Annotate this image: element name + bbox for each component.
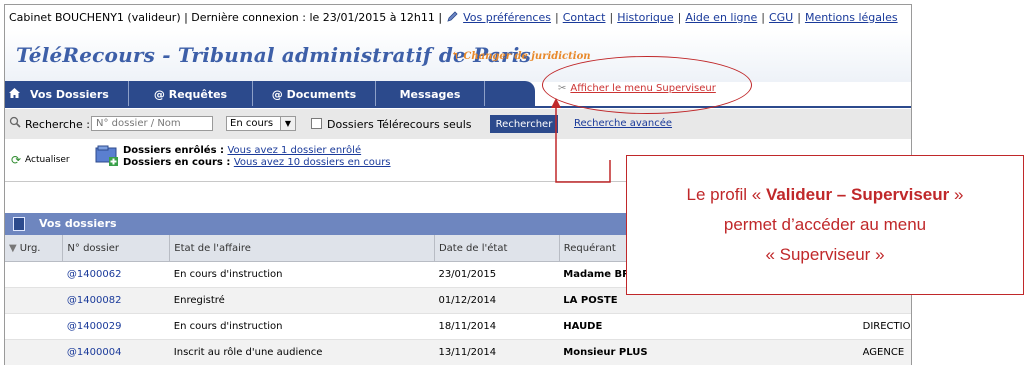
cell-requerant: Monsieur PLUS <box>559 340 858 365</box>
tab-label: @ Documents <box>272 88 356 101</box>
current-label: Dossiers en cours : <box>123 157 230 168</box>
highlight-ellipse <box>542 56 752 114</box>
cell-urg <box>5 340 63 365</box>
callout-profile-name: Valideur – Superviseur <box>766 185 949 204</box>
tab-documents[interactable]: @ Documents <box>253 81 376 108</box>
refresh-label[interactable]: Actualiser <box>25 155 70 165</box>
dossiers-panel-title: Vos dossiers <box>39 217 117 230</box>
home-icon <box>9 88 20 101</box>
tab-label: @ Requêtes <box>154 88 227 101</box>
table-row[interactable]: @1400004 Inscrit au rôle d'une audience … <box>5 340 911 365</box>
cell-requerant: HAUDE <box>559 314 858 340</box>
col-num[interactable]: N° dossier <box>63 235 170 262</box>
separator: | <box>555 11 559 24</box>
search-button[interactable]: Rechercher <box>490 115 558 133</box>
search-icon <box>9 116 21 128</box>
enrolled-link[interactable]: Vous avez 1 dossier enrôlé <box>227 145 361 156</box>
cell-date: 23/01/2015 <box>434 262 559 288</box>
cell-date: 18/11/2014 <box>434 314 559 340</box>
col-etat[interactable]: Etat de l'affaire <box>170 235 435 262</box>
callout-line-1: Le profil « Valideur – Superviseur » <box>627 180 1023 210</box>
tab-requetes[interactable]: @ Requêtes <box>129 81 253 108</box>
change-jurisdiction-label: Changer de juridiction <box>463 51 590 62</box>
search-bar: Recherche : N° dossier / Nom En cours ▼ … <box>5 109 911 140</box>
tab-label: Vos Dossiers <box>30 88 109 101</box>
hourglass-icon <box>13 217 25 231</box>
pencil-icon <box>446 11 458 23</box>
title-band: TéléRecours - Tribunal administratif de … <box>5 29 911 82</box>
tab-end <box>485 81 535 108</box>
tab-label: Messages <box>400 88 461 101</box>
enrolled-line: Dossiers enrôlés : Vous avez 1 dossier e… <box>123 145 361 156</box>
user-info: Cabinet BOUCHENY1 (valideur) | Dernière … <box>9 11 442 24</box>
dossier-number-link[interactable]: @1400004 <box>63 340 170 365</box>
cell-date: 13/11/2014 <box>434 340 559 365</box>
help-link[interactable]: Aide en ligne <box>685 11 757 24</box>
preferences-link[interactable]: Vos préférences <box>463 11 551 24</box>
cell-urg <box>5 288 63 314</box>
cell-etat: En cours d'instruction <box>170 314 435 340</box>
tab-vos-dossiers[interactable]: Vos Dossiers <box>5 81 129 108</box>
main-nav: Vos Dossiers @ Requêtes @ Documents Mess… <box>5 81 535 108</box>
top-bar: Cabinet BOUCHENY1 (valideur) | Dernière … <box>5 5 912 29</box>
separator: | <box>678 11 682 24</box>
col-urg[interactable]: ▼Urg. <box>5 235 63 262</box>
dossier-number-link[interactable]: @1400082 <box>63 288 170 314</box>
dossier-number-link[interactable]: @1400062 <box>63 262 170 288</box>
contact-link[interactable]: Contact <box>563 11 606 24</box>
telerecours-only-checkbox[interactable] <box>311 118 322 129</box>
advanced-search-link[interactable]: Recherche avancée <box>574 118 672 129</box>
cell-etat: Inscrit au rôle d'une audience <box>170 340 435 365</box>
change-jurisdiction-link[interactable]: ↰ Changer de juridiction <box>451 51 591 62</box>
cell-date: 01/12/2014 <box>434 288 559 314</box>
telerecours-only-label: Dossiers Télérecours seuls <box>327 118 471 131</box>
legal-link[interactable]: Mentions légales <box>805 11 898 24</box>
callout-line-2: permet d’accéder au menu <box>627 210 1023 240</box>
current-line: Dossiers en cours : Vous avez 10 dossier… <box>123 157 391 168</box>
search-input[interactable]: N° dossier / Nom <box>91 116 213 131</box>
separator: | <box>797 11 801 24</box>
filter-icon[interactable]: ▼ <box>9 243 17 254</box>
cell-etat: En cours d'instruction <box>170 262 435 288</box>
annotation-callout: Le profil « Valideur – Superviseur » per… <box>626 155 1024 295</box>
status-select[interactable]: En cours ▼ <box>226 116 296 131</box>
table-row[interactable]: @1400029 En cours d'instruction 18/11/20… <box>5 314 911 340</box>
separator: | <box>610 11 614 24</box>
dropdown-arrow-icon: ▼ <box>280 117 295 130</box>
refresh-icon[interactable]: ⟳ <box>11 153 21 167</box>
cell-extra: AGENCE <box>859 340 911 365</box>
separator: | <box>761 11 765 24</box>
turn-arrow-icon: ↰ <box>451 51 459 62</box>
history-link[interactable]: Historique <box>617 11 673 24</box>
cgu-link[interactable]: CGU <box>769 11 793 24</box>
cell-extra: DIRECTIO <box>859 314 911 340</box>
cell-etat: Enregistré <box>170 288 435 314</box>
enrolled-label: Dossiers enrôlés : <box>123 145 224 156</box>
col-date[interactable]: Date de l'état <box>434 235 559 262</box>
callout-line-3: « Superviseur » <box>627 240 1023 270</box>
tab-messages[interactable]: Messages <box>376 81 485 108</box>
cell-urg <box>5 262 63 288</box>
dossier-number-link[interactable]: @1400029 <box>63 314 170 340</box>
search-label: Recherche : <box>25 118 90 131</box>
cell-urg <box>5 314 63 340</box>
status-selected-value: En cours <box>230 118 273 129</box>
folders-icon <box>95 145 119 167</box>
current-link[interactable]: Vous avez 10 dossiers en cours <box>234 157 391 168</box>
nav-underline <box>5 106 911 108</box>
